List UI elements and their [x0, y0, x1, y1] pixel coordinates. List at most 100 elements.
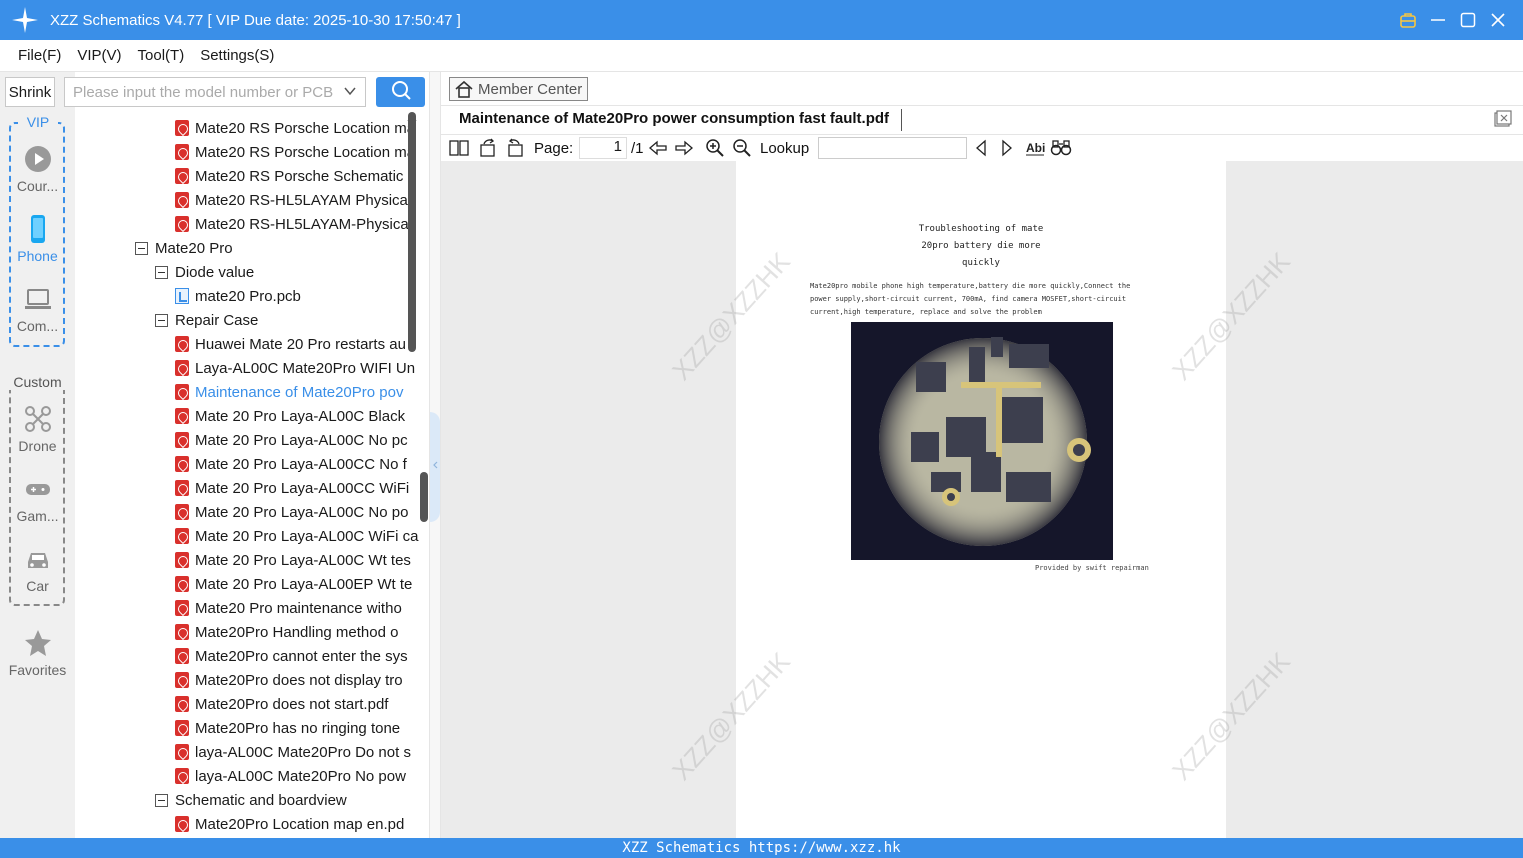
rail-item-game[interactable]: Gam... — [0, 474, 75, 524]
pdf-body-line: current,high temperature, replace and so… — [810, 308, 1042, 316]
tree-item[interactable]: Laya-AL00C Mate20Pro WIFI Un — [175, 356, 415, 380]
tree-item[interactable]: laya-AL00C Mate20Pro No pow — [175, 764, 406, 788]
find-next-icon[interactable] — [999, 137, 1015, 159]
pdf-viewer[interactable]: Troubleshooting of mate 20pro battery di… — [441, 161, 1523, 838]
next-page-icon[interactable] — [674, 137, 694, 159]
drone-icon — [23, 404, 53, 434]
tree-item[interactable]: Mate 20 Pro Laya-AL00CC No f — [175, 452, 407, 476]
maximize-button[interactable] — [1453, 0, 1483, 40]
collapse-toggle-icon[interactable] — [155, 793, 168, 807]
pdf-file-icon — [175, 336, 189, 352]
close-tab-icon[interactable] — [1494, 110, 1512, 128]
tree-item-label: Mate20 RS-HL5LAYAM Physical — [195, 191, 412, 209]
tree-item-label: Repair Case — [175, 311, 259, 329]
rail-item-favorites[interactable]: Favorites — [0, 628, 75, 678]
tree-scroll-thumb[interactable] — [408, 112, 416, 352]
svg-text:Abi: Abi — [1026, 141, 1045, 155]
pdf-file-icon — [175, 144, 189, 160]
zoom-out-icon[interactable] — [732, 137, 752, 159]
tree-item[interactable]: Mate20 RS-HL5LAYAM-Physical — [175, 212, 412, 236]
tree-item[interactable]: Mate 20 Pro Laya-AL00C Wt tes — [175, 548, 411, 572]
tree-item[interactable]: mate20 Pro.pcb — [175, 284, 301, 308]
tree-item-label: Diode value — [175, 263, 255, 281]
binoculars-icon[interactable] — [1050, 137, 1072, 159]
rail-item-car[interactable]: Car — [0, 544, 75, 594]
zoom-in-icon[interactable] — [705, 137, 725, 159]
tree-item[interactable]: Mate 20 Pro Laya-AL00C Black — [175, 404, 405, 428]
collapse-toggle-icon[interactable] — [135, 241, 148, 255]
page-number-input[interactable]: 1 — [579, 137, 627, 159]
find-prev-icon[interactable] — [973, 137, 989, 159]
minimize-button[interactable] — [1423, 0, 1453, 40]
prev-page-icon[interactable] — [648, 137, 668, 159]
tree-item[interactable]: Mate20Pro Handling method o — [175, 620, 398, 644]
search-placeholder: Please input the model number or PCB — [73, 83, 334, 101]
pdf-file-icon — [175, 648, 189, 664]
model-tree: Mate20 RS Porsche Location ma Mate20 RS P… — [75, 112, 420, 838]
splitter-grip[interactable] — [420, 472, 428, 522]
member-center-label: Member Center — [478, 80, 583, 98]
tree-item[interactable]: Mate20 RS Porsche Location ma — [175, 116, 415, 140]
search-button[interactable] — [376, 77, 425, 107]
category-rail: Shrink VIP Cour... Phone Com... Custom D… — [0, 72, 75, 838]
tree-item[interactable]: Mate20 RS Porsche Location ma — [175, 140, 415, 164]
close-button[interactable] — [1483, 0, 1513, 40]
tree-folder[interactable]: Mate20 Pro — [135, 236, 233, 260]
menu-bar: File(F) VIP(V) Tool(T) Settings(S) — [0, 40, 1523, 72]
rotate-right-icon[interactable] — [505, 137, 525, 159]
tree-folder[interactable]: Repair Case — [155, 308, 258, 332]
match-case-icon[interactable]: Abi — [1025, 137, 1045, 159]
tree-item[interactable]: Mate20Pro has no ringing tone — [175, 716, 400, 740]
car-icon — [23, 544, 53, 574]
menu-settings[interactable]: Settings(S) — [200, 47, 274, 64]
model-search-input[interactable]: Please input the model number or PCB — [64, 77, 366, 107]
collapse-tab[interactable] — [430, 412, 440, 522]
collapse-toggle-icon[interactable] — [155, 313, 168, 327]
tree-item[interactable]: Mate20Pro does not display tro — [175, 668, 403, 692]
pdf-file-icon — [175, 456, 189, 472]
rail-item-computer[interactable]: Com... — [0, 284, 75, 334]
collapse-toggle-icon[interactable] — [155, 265, 168, 279]
two-page-view-icon[interactable] — [449, 137, 469, 159]
rotate-left-icon[interactable] — [478, 137, 498, 159]
page-total: /1 — [631, 139, 644, 157]
pdf-file-icon — [175, 744, 189, 760]
lookup-input[interactable] — [818, 137, 967, 159]
rail-item-label: Phone — [17, 248, 58, 264]
tree-folder[interactable]: Diode value — [155, 260, 254, 284]
tree-item[interactable]: Huawei Mate 20 Pro restarts au — [175, 332, 406, 356]
menu-file[interactable]: File(F) — [18, 47, 61, 64]
rail-item-phone[interactable]: Phone — [0, 214, 75, 264]
document-tab[interactable]: Maintenance of Mate20Pro power consumpti… — [459, 110, 889, 127]
pdf-file-icon — [175, 408, 189, 424]
rail-item-courses[interactable]: Cour... — [0, 144, 75, 194]
panel-splitter[interactable] — [420, 72, 441, 838]
pdf-title-line: Troubleshooting of mate — [918, 224, 1044, 234]
tree-item[interactable]: Mate 20 Pro Laya-AL00C WiFi ca — [175, 524, 418, 548]
title-bar: XZZ Schematics V4.77 [ VIP Due date: 202… — [0, 0, 1523, 40]
tree-item-label: Mate20 RS Porsche Schematic c — [195, 167, 416, 185]
member-center-button[interactable]: Member Center — [449, 77, 588, 101]
vip-bag-icon[interactable] — [1393, 0, 1423, 40]
menu-vip[interactable]: VIP(V) — [77, 47, 121, 64]
shrink-button[interactable]: Shrink — [5, 77, 55, 107]
tree-item[interactable]: Mate20 RS-HL5LAYAM Physical — [175, 188, 411, 212]
rail-item-drone[interactable]: Drone — [0, 404, 75, 454]
tree-item[interactable]: Mate20Pro does not start.pdf — [175, 692, 388, 716]
tree-item[interactable]: Mate 20 Pro Laya-AL00CC WiFi — [175, 476, 409, 500]
tree-item[interactable]: Mate20Pro cannot enter the sys — [175, 644, 408, 668]
tree-item[interactable]: Mate20Pro Location map en.pd — [175, 812, 404, 836]
tree-item[interactable]: Mate 20 Pro Laya-AL00C No po — [175, 500, 408, 524]
tree-scrollbar[interactable] — [407, 112, 417, 838]
gamepad-icon — [23, 474, 53, 504]
tree-item[interactable]: Mate 20 Pro Laya-AL00EP Wt te — [175, 572, 412, 596]
menu-tool[interactable]: Tool(T) — [138, 47, 185, 64]
chevron-down-icon[interactable] — [343, 84, 357, 102]
tree-item[interactable]: Mate20 RS Porsche Schematic c — [175, 164, 415, 188]
tree-item[interactable]: laya-AL00C Mate20Pro Do not s — [175, 740, 411, 764]
tree-folder[interactable]: Schematic and boardview — [155, 788, 347, 812]
tree-item[interactable]: Mate20 Pro maintenance witho — [175, 596, 402, 620]
tree-item[interactable]: Maintenance of Mate20Pro pov — [175, 380, 403, 404]
tree-item[interactable]: Mate 20 Pro Laya-AL00C No pc — [175, 428, 408, 452]
rail-item-label: Com... — [16, 318, 59, 334]
